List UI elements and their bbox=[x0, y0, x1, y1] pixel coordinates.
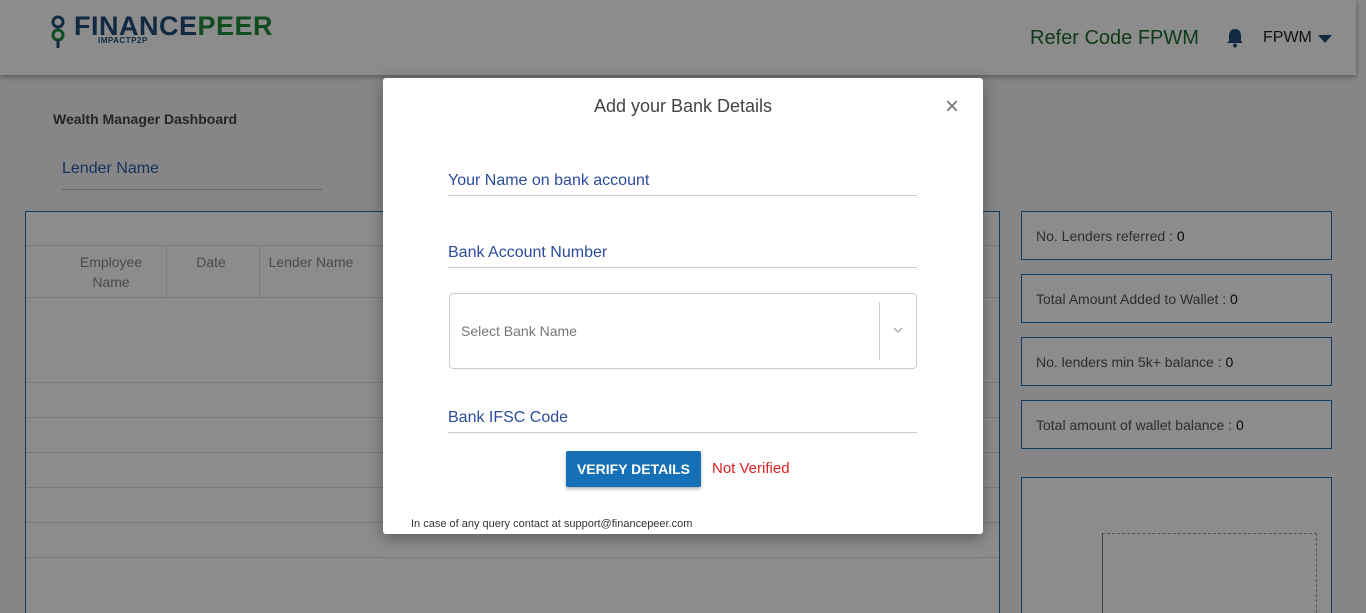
name-field-wrapper bbox=[448, 160, 917, 196]
select-separator bbox=[879, 302, 880, 360]
account-number-field-wrapper bbox=[448, 232, 917, 268]
support-contact-note: In case of any query contact at support@… bbox=[411, 518, 693, 530]
chevron-down-icon[interactable] bbox=[892, 324, 904, 336]
verify-details-button[interactable]: VERIFY DETAILS bbox=[566, 451, 701, 487]
close-icon[interactable]: × bbox=[943, 95, 961, 119]
ifsc-field-wrapper bbox=[448, 397, 917, 433]
ifsc-code-input[interactable] bbox=[448, 409, 917, 427]
name-on-account-input[interactable] bbox=[448, 172, 917, 190]
modal-title: Add your Bank Details bbox=[593, 96, 773, 116]
verification-status: Not Verified bbox=[712, 460, 790, 477]
account-number-input[interactable] bbox=[448, 244, 917, 262]
bank-details-modal: Add your Bank Details × Select Bank Name… bbox=[383, 78, 983, 534]
bank-name-select[interactable]: Select Bank Name bbox=[449, 293, 917, 369]
bank-select-placeholder: Select Bank Name bbox=[461, 323, 577, 339]
